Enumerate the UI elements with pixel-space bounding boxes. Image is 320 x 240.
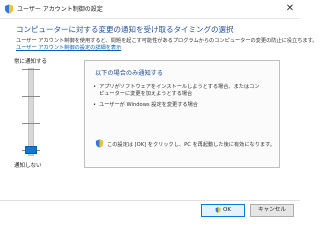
bullet-continuation: ピューターに変更を加えようとする場合 — [99, 91, 193, 97]
title-bar: ユーザー アカウント制御の設定 ✕ — [0, 0, 300, 19]
page-description: ユーザー アカウント制御を使用すると、問題を起こす可能性があるプログラムからのコ… — [16, 38, 318, 44]
slider-tick — [22, 123, 40, 124]
uac-settings-window: ユーザー アカウント制御の設定 ✕ コンピューターに対する変更の通知を受け取るタ… — [0, 0, 317, 224]
info-shield-icon — [95, 139, 104, 148]
level-description-panel: 以下の場合のみ通知する • アプリがソフトウェアをインストールしようとする場合、ま… — [84, 60, 280, 168]
ok-label: OK — [222, 207, 232, 213]
slider-thumb[interactable] — [25, 146, 37, 154]
close-button[interactable]: ✕ — [283, 2, 297, 15]
uac-shield-icon — [5, 4, 13, 14]
slider-tick — [22, 96, 40, 97]
ok-button[interactable]: OK — [201, 204, 245, 217]
slider-bottom-label: 通知しない — [14, 163, 42, 169]
window-title: ユーザー アカウント制御の設定 — [17, 6, 103, 13]
slider-top-label: 常に通知する — [14, 59, 48, 65]
notification-level-slider[interactable] — [14, 66, 50, 158]
more-info-link[interactable]: ユーザー アカウント制御の設定の詳細を表示 — [16, 44, 121, 51]
level-heading: 以下の場合のみ通知する — [95, 70, 164, 77]
list-item: • ユーザーが Windows 設定を変更する場合 — [93, 101, 198, 108]
slider-track[interactable] — [28, 68, 34, 156]
footer-divider — [0, 200, 300, 201]
slider-tick — [22, 69, 40, 70]
restart-note: この設定は [OK] をクリックし、PC を再起動した後に有効になります。 — [107, 142, 275, 148]
page-heading: コンピューターに対する変更の通知を受け取るタイミングの選択 — [16, 25, 234, 34]
cancel-button[interactable]: キャンセル — [250, 204, 294, 217]
bullet-text: ユーザーが Windows 設定を変更する場合 — [99, 102, 198, 108]
list-item: • アプリがソフトウェアをインストールしようとする場合、またはコン — [93, 83, 260, 90]
admin-shield-icon — [215, 206, 221, 213]
